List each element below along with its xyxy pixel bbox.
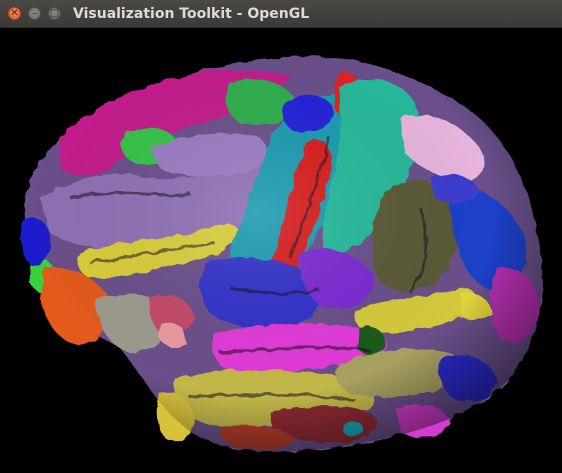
brain-surface-render: [20, 56, 543, 452]
close-button[interactable]: ✕: [8, 7, 21, 20]
window-titlebar[interactable]: ✕ – □ Visualization Toolkit - OpenGL: [0, 0, 562, 28]
close-icon: ✕: [10, 7, 19, 19]
minimize-button[interactable]: –: [28, 7, 41, 20]
maximize-button[interactable]: □: [48, 7, 61, 20]
minimize-icon: –: [32, 7, 37, 19]
maximize-icon: □: [49, 7, 60, 19]
window-title: Visualization Toolkit - OpenGL: [73, 6, 310, 22]
render-viewport[interactable]: [0, 28, 562, 473]
